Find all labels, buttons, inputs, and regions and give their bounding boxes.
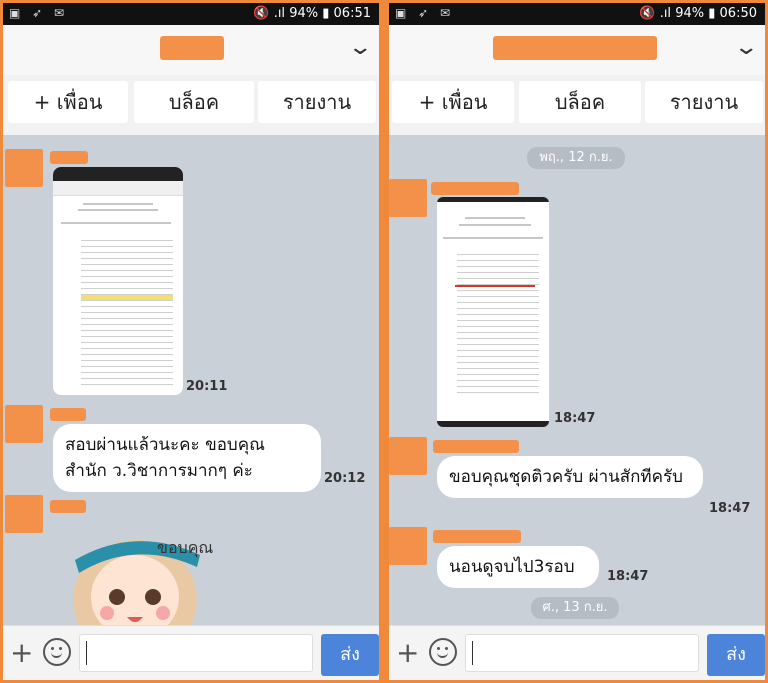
chat-panel-left: ▣ ➶ ✉ 🔇 .ıl 94% ▮ 06:51 ⌄ + เพื่อน บล็อค… <box>3 3 379 680</box>
date-separator: พฤ., 12 ก.ย. <box>527 147 625 169</box>
message-time: 20:11 <box>186 379 228 394</box>
contact-name-redacted <box>493 36 657 60</box>
send-button[interactable]: ส่ง <box>321 634 379 676</box>
battery-text: 94% <box>289 6 319 21</box>
avatar[interactable] <box>389 437 427 475</box>
battery-icon: ▮ <box>708 6 716 21</box>
report-button[interactable]: รายงาน <box>258 81 376 123</box>
block-button[interactable]: บล็อค <box>134 81 254 123</box>
avatar[interactable] <box>5 495 43 533</box>
avatar[interactable] <box>389 527 427 565</box>
message-list[interactable]: พฤ., 12 ก.ย. 18:47 ขอบคุณชุดติวครับ ผ่าน… <box>389 135 765 625</box>
avatar[interactable] <box>5 149 43 187</box>
battery-text: 94% <box>675 6 705 21</box>
message-time: 18:47 <box>607 569 649 584</box>
chevron-down-icon[interactable]: ⌄ <box>733 35 759 60</box>
mute-icon: 🔇 <box>253 6 270 21</box>
add-friend-button[interactable]: + เพื่อน <box>392 81 514 123</box>
avatar[interactable] <box>5 405 43 443</box>
block-button[interactable]: บล็อค <box>519 81 641 123</box>
message-time: 18:47 <box>554 411 596 426</box>
battery-icon: ▮ <box>322 6 330 21</box>
sender-name-redacted <box>433 440 519 453</box>
report-button[interactable]: รายงาน <box>645 81 763 123</box>
chat-panel-right: ▣ ➶ ✉ 🔇 .ıl 94% ▮ 06:50 ⌄ + เพื่อน บล็อค… <box>389 3 765 680</box>
sticker-text: ขอบคุณ นะคะ <box>157 538 215 558</box>
date-separator: ศ., 13 ก.ย. <box>531 597 619 619</box>
avatar[interactable] <box>389 179 427 217</box>
input-bar: + ส่ง <box>389 625 765 680</box>
add-friend-button[interactable]: + เพื่อน <box>8 81 128 123</box>
emoji-icon[interactable] <box>43 638 71 666</box>
message-input[interactable] <box>465 634 699 672</box>
input-bar: + ส่ง <box>3 625 379 680</box>
sender-name-redacted <box>50 408 86 421</box>
chevron-down-icon[interactable]: ⌄ <box>347 35 373 60</box>
send-button[interactable]: ส่ง <box>707 634 765 676</box>
plus-icon[interactable]: + <box>396 636 419 669</box>
action-bar: + เพื่อน บล็อค รายงาน <box>389 75 765 135</box>
message-time: 20:12 <box>324 471 366 486</box>
emoji-icon[interactable] <box>429 638 457 666</box>
message-bubble[interactable]: สอบผ่านแล้วนะคะ ขอบคุณ สำนัก ว.วิชาการมา… <box>53 424 321 492</box>
clock: 06:50 <box>719 6 757 21</box>
status-bar: ▣ ➶ ✉ 🔇 .ıl 94% ▮ 06:50 <box>389 3 765 25</box>
image-message[interactable] <box>53 167 183 395</box>
sender-name-redacted <box>431 182 519 195</box>
signal-icon: .ıl <box>659 6 672 21</box>
notification-icons: ▣ ➶ ✉ <box>9 6 69 20</box>
chat-header: ⌄ <box>389 25 765 75</box>
contact-name-redacted <box>160 36 224 60</box>
plus-icon[interactable]: + <box>10 636 33 669</box>
message-time: 18:47 <box>709 501 751 516</box>
chat-header: ⌄ <box>3 25 379 75</box>
signal-icon: .ıl <box>273 6 286 21</box>
clock: 06:51 <box>333 6 371 21</box>
action-bar: + เพื่อน บล็อค รายงาน <box>3 75 379 135</box>
message-bubble[interactable]: นอนดูจบไป3รอบ <box>437 546 599 588</box>
image-message[interactable] <box>437 197 549 427</box>
message-bubble[interactable]: ขอบคุณชุดติวครับ ผ่านสักทีครับ <box>437 456 703 498</box>
notification-icons: ▣ ➶ ✉ <box>395 6 455 20</box>
message-list[interactable]: 20:11 สอบผ่านแล้วนะคะ ขอบคุณ สำนัก ว.วิช… <box>3 135 379 635</box>
status-bar: ▣ ➶ ✉ 🔇 .ıl 94% ▮ 06:51 <box>3 3 379 25</box>
sender-name-redacted <box>50 151 88 164</box>
sender-name-redacted <box>433 530 521 543</box>
thank-you-sticker[interactable]: ขอบคุณ นะคะ <box>65 505 215 635</box>
mute-icon: 🔇 <box>639 6 656 21</box>
message-input[interactable] <box>79 634 313 672</box>
